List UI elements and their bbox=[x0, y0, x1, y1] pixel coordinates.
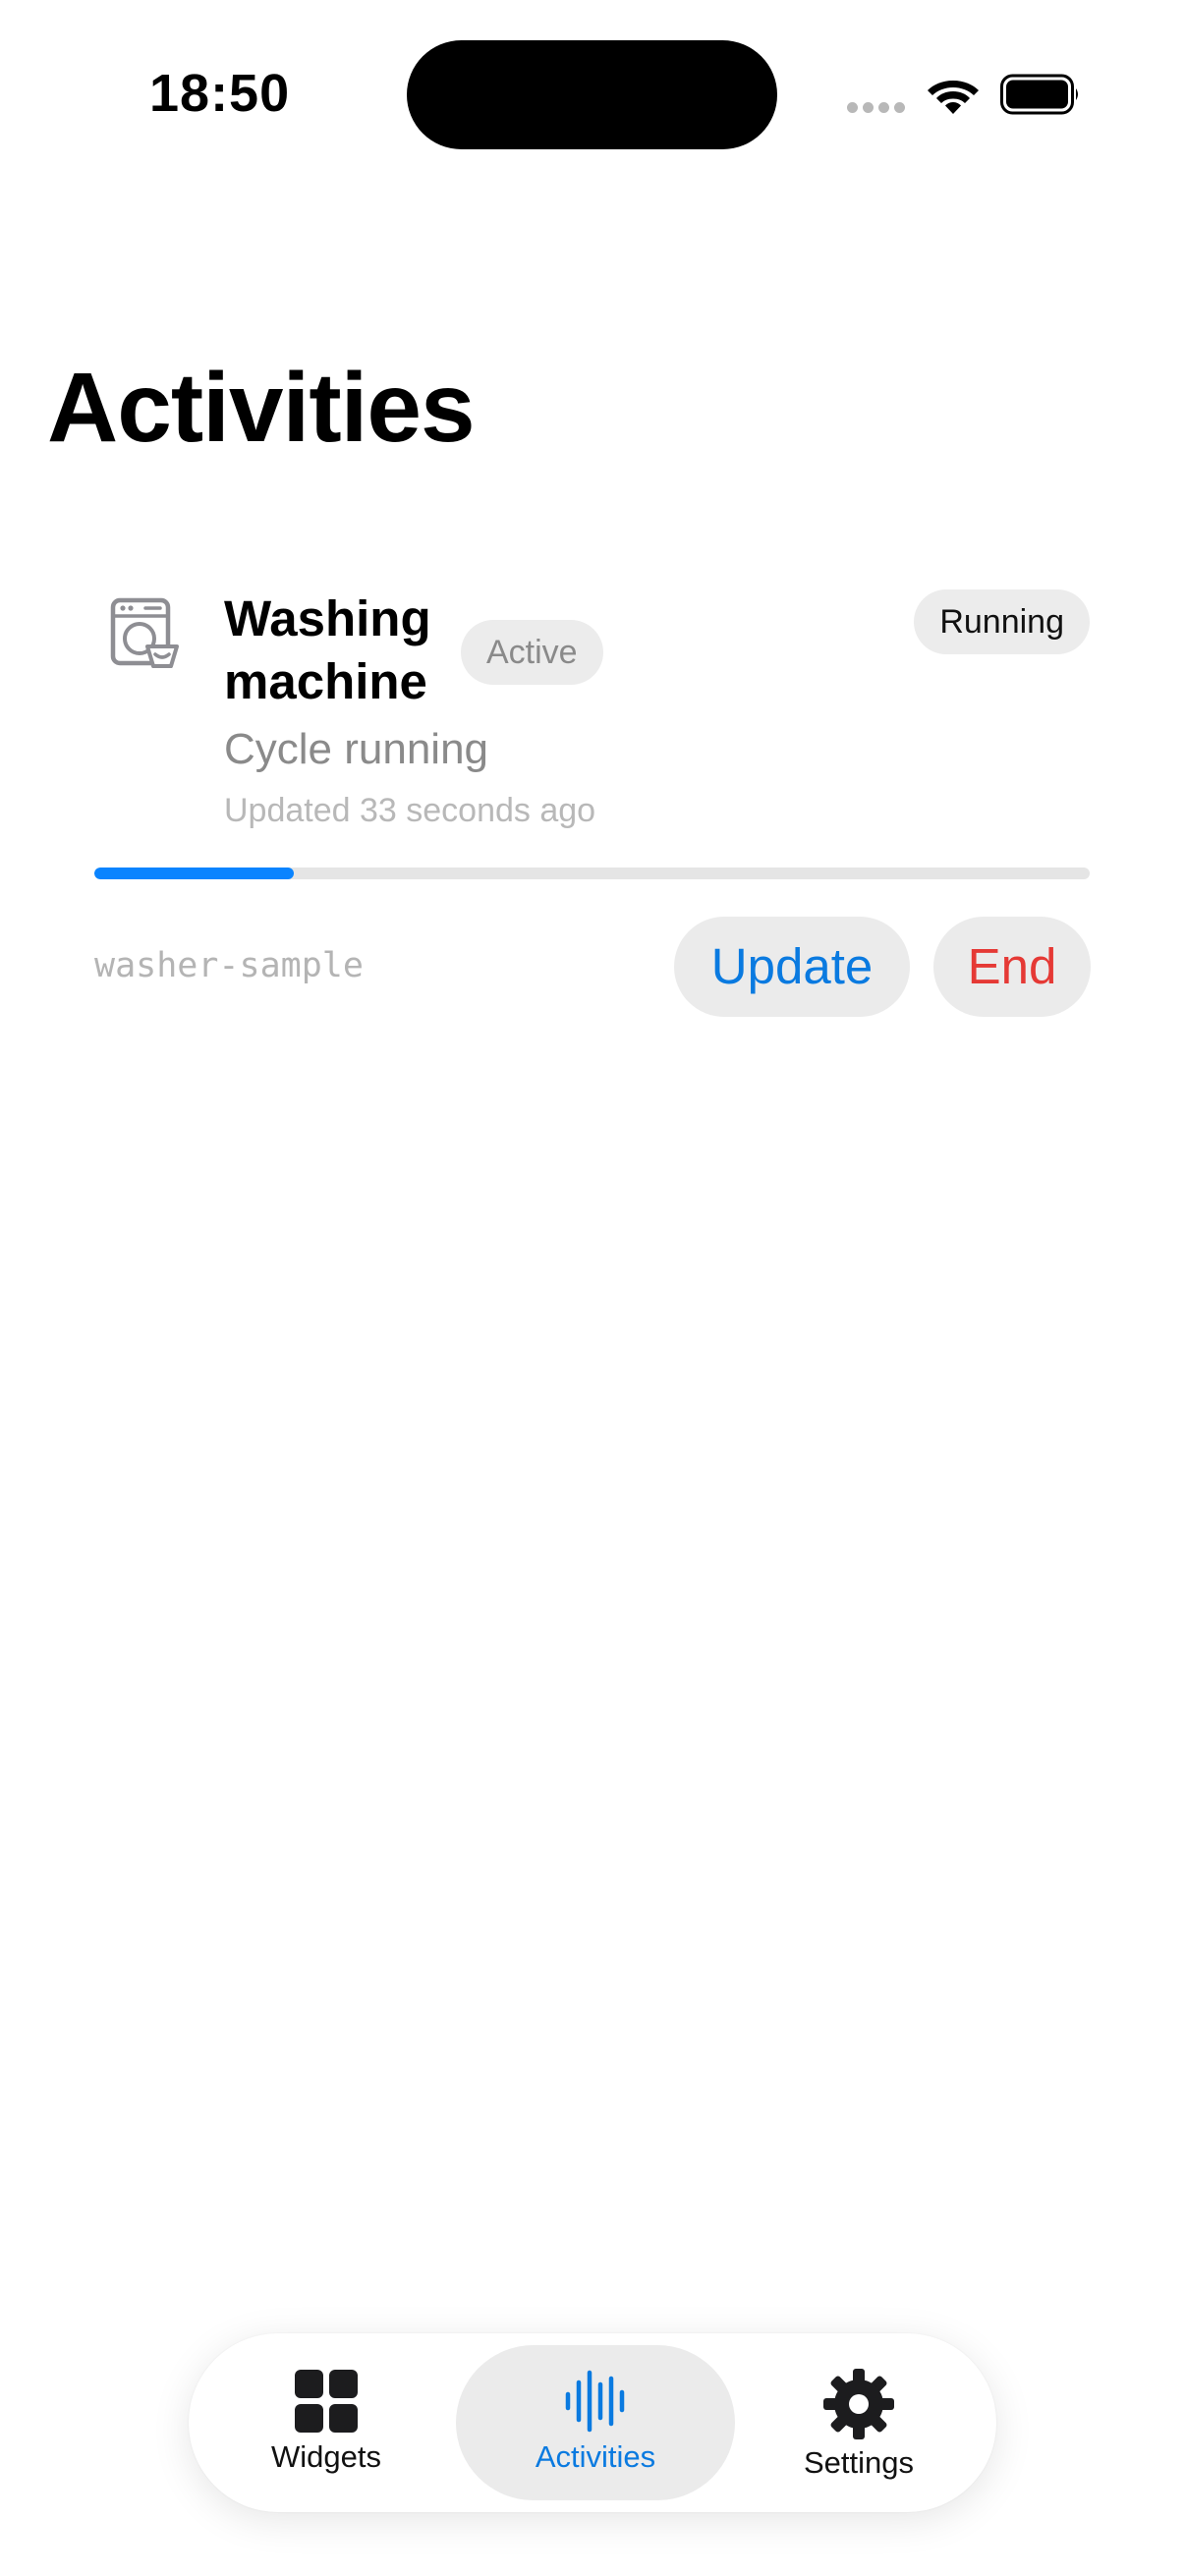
activity-progress-bar bbox=[94, 868, 1090, 879]
update-button[interactable]: Update bbox=[674, 917, 910, 1017]
activity-title: Washing machine bbox=[224, 590, 431, 709]
washer-icon bbox=[110, 597, 179, 668]
gear-icon bbox=[823, 2369, 894, 2439]
end-button[interactable]: End bbox=[933, 917, 1091, 1017]
page-title: Activities bbox=[47, 353, 476, 463]
activity-progress-fill bbox=[94, 868, 294, 879]
cellular-signal-icon bbox=[847, 102, 905, 113]
battery-icon bbox=[1000, 74, 1078, 115]
activity-active-badge: Active bbox=[461, 620, 603, 685]
tab-activities-label: Activities bbox=[535, 2439, 656, 2474]
waveform-icon bbox=[565, 2370, 625, 2433]
activity-id: washer-sample bbox=[94, 946, 364, 985]
status-time: 18:50 bbox=[149, 64, 291, 123]
activity-status: Cycle running bbox=[224, 725, 489, 773]
dynamic-island bbox=[407, 40, 777, 149]
activities-screen: 18:50 Activities Washing machine Active … bbox=[0, 0, 1185, 2576]
tab-settings-label: Settings bbox=[803, 2445, 914, 2480]
tab-widgets-label: Widgets bbox=[271, 2439, 381, 2474]
grid-icon bbox=[295, 2370, 358, 2433]
activity-state-badge: Running bbox=[914, 589, 1090, 654]
tab-widgets[interactable]: Widgets bbox=[228, 2345, 424, 2500]
activity-updated-time: Updated 33 seconds ago bbox=[224, 792, 596, 829]
wifi-icon bbox=[928, 81, 979, 114]
tab-activities[interactable]: Activities bbox=[456, 2345, 735, 2500]
tab-settings[interactable]: Settings bbox=[761, 2345, 957, 2500]
tab-bar: Widgets Activities Settings bbox=[189, 2333, 996, 2512]
